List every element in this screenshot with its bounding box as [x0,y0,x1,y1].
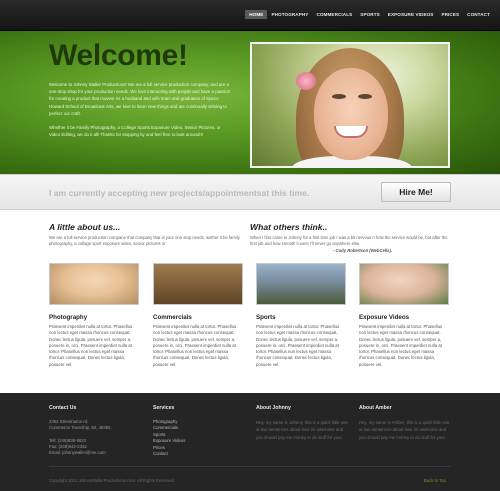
service-title[interactable]: Exposure Videos [359,314,451,321]
footer-services-heading: Services [153,405,175,411]
footer-about-johnny: About Johnny Hey, my name is Johnny, thi… [256,405,348,441]
service-description: Praesent imperdiet nulla at tortor. Phas… [256,324,340,367]
footer-about-amber-heading: About Amber [359,405,392,411]
hero-section: Welcome! Welcome to Johnny Waller Produc… [0,31,500,174]
footer-link-contact[interactable]: Contact [153,451,245,457]
footer-about-amber: About Amber Hey, my name is Amber, this … [359,405,451,441]
nav-item-contact[interactable]: CONTACT [463,10,494,19]
footer-services: Services Photography Commercials Sports … [153,405,245,457]
nav-menu: HOME PHOTOGRAPHY COMMERCIALS SPORTS EXPO… [245,10,494,19]
nav-item-sports[interactable]: SPORTS [356,10,384,19]
service-description: Praesent imperdiet nulla at tortor. Phas… [153,324,237,367]
about-amber-text: Hey, my name is Amber, this is a quick l… [359,420,450,440]
nav-item-commercials[interactable]: COMMERCIALS [312,10,356,19]
about-us-text: We are a full service production compane… [49,235,240,246]
footer-divider [49,466,451,467]
service-commercials: Commercials Praesent imperdiet nulla at … [153,263,245,368]
availability-bar: I am currently accepting new projects/ap… [0,174,500,210]
hero-portrait-photo [250,42,450,168]
service-title[interactable]: Sports [256,314,348,321]
back-to-top-link[interactable]: Back to Top [424,478,446,483]
flower-icon [296,72,316,90]
photography-thumbnail[interactable] [49,263,139,305]
service-sports: Sports Praesent imperdiet nulla at torto… [256,263,348,368]
service-exposure-videos: Exposure Videos Praesent imperdiet nulla… [359,263,451,368]
footer-about-johnny-heading: About Johnny [256,405,291,411]
about-us-heading: A little about us... [49,222,121,232]
service-photography: Photography Praesent imperdiet nulla at … [49,263,141,368]
commercials-thumbnail[interactable] [153,263,243,305]
service-description: Praesent imperdiet nulla at tortor. Phas… [359,324,443,367]
testimonial-text: When I first came to Johnny for a first … [250,235,448,246]
footer-contact: Contact Us 2352 Streetname rd. Commerce … [49,405,141,456]
testimonial-heading: What others think.. [250,222,328,232]
welcome-heading: Welcome! [49,39,188,72]
service-description: Praesent imperdiet nulla at tortor. Phas… [49,324,133,367]
footer-contact-heading: Contact Us [49,405,77,411]
intro-paragraph-2: Whether it be Family Photography, a Coll… [49,125,221,138]
top-nav: HOME PHOTOGRAPHY COMMERCIALS SPORTS EXPO… [0,0,500,31]
service-title[interactable]: Commercials [153,314,245,321]
email-address[interactable]: Email: johnnywaller@me.com [49,450,141,456]
site-footer: Contact Us 2352 Streetname rd. Commerce … [0,393,500,491]
hire-me-button[interactable]: Hire Me! [381,182,451,202]
testimonial-author: - Cody Robertson (WebCells). [333,248,393,253]
sports-thumbnail[interactable] [256,263,346,305]
main-content: A little about us... We are a full servi… [0,211,500,393]
intro-text: Welcome to Johnny Waller Productions! We… [49,81,231,145]
availability-message: I am currently accepting new projects/ap… [49,188,310,198]
copyright-text: Copyright 2012 JohnnyWallerProductions.c… [49,478,175,483]
nav-item-photography[interactable]: PHOTOGRAPHY [267,10,312,19]
nav-item-prices[interactable]: PRICES [437,10,463,19]
intro-paragraph-1: Welcome to Johnny Waller Productions! We… [49,82,231,116]
nav-item-home[interactable]: HOME [245,10,268,19]
nav-item-exposure-videos[interactable]: EXPOSURE VIDEOS [384,10,438,19]
exposure-videos-thumbnail[interactable] [359,263,449,305]
about-johnny-text: Hey, my name is Johnny, this is a quick … [256,420,348,440]
service-title[interactable]: Photography [49,314,141,321]
